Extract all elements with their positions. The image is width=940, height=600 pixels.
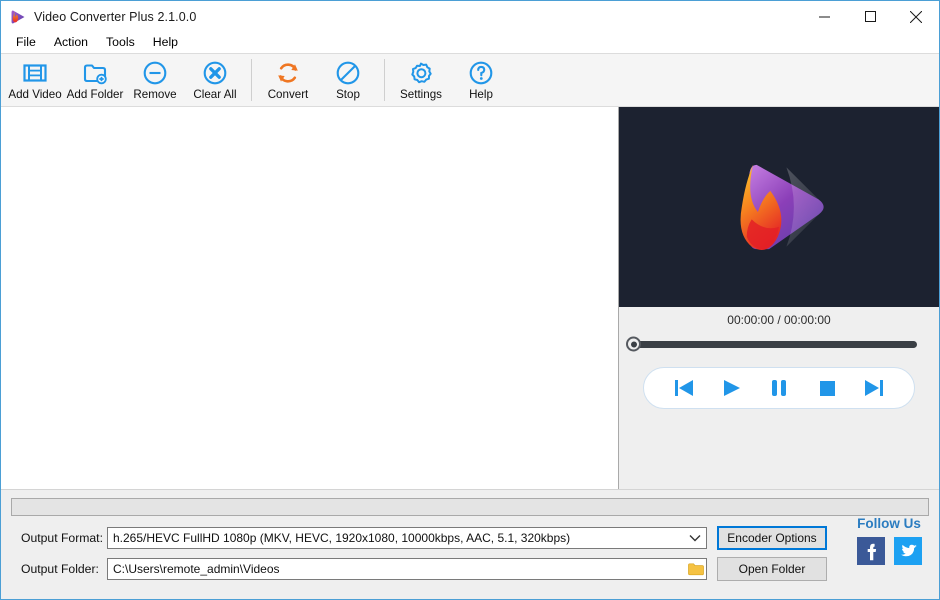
twitter-icon[interactable] [893,537,922,565]
folder-add-icon [82,59,108,87]
window-title: Video Converter Plus 2.1.0.0 [34,9,197,24]
remove-button[interactable]: Remove [125,57,185,107]
seek-bar[interactable] [619,333,939,355]
maximize-button[interactable] [847,1,893,32]
clear-all-button[interactable]: Clear All [185,57,245,107]
toolbar: Add Video Add Folder Remove Clear All Co… [1,53,939,107]
follow-us-title: Follow Us [857,516,921,531]
help-label: Help [469,88,493,101]
player-controls [643,367,915,409]
output-folder-value: C:\Users\remote_admin\Videos [113,562,280,576]
output-format-row: Output Format: h.265/HEVC FullHD 1080p (… [11,526,929,550]
skip-previous-icon [674,380,693,396]
skip-next-icon [865,380,884,396]
social-links [856,537,922,565]
bottom-panel: Output Format: h.265/HEVC FullHD 1080p (… [1,489,939,599]
menu-item-help[interactable]: Help [144,34,187,51]
stop-button[interactable]: Stop [318,57,378,107]
clear-all-label: Clear All [193,88,237,101]
folder-icon[interactable] [686,562,706,576]
seek-track[interactable] [626,336,917,352]
output-format-label: Output Format: [21,531,103,545]
previous-button[interactable] [664,371,704,405]
chevron-down-icon[interactable] [684,528,706,548]
output-format-value: h.265/HEVC FullHD 1080p (MKV, HEVC, 1920… [113,531,571,545]
app-window: Video Converter Plus 2.1.0.0 File Action… [0,0,940,600]
minus-circle-icon [142,59,168,87]
play-icon [724,380,741,396]
film-strip-icon [22,59,48,87]
play-button[interactable] [711,371,751,405]
no-entry-icon [335,59,361,87]
player-controls-wrapper [619,355,939,409]
close-icon [910,10,922,23]
title-bar: Video Converter Plus 2.1.0.0 [1,1,939,32]
output-format-select[interactable]: h.265/HEVC FullHD 1080p (MKV, HEVC, 1920… [107,527,707,549]
stop-playback-button[interactable] [807,371,847,405]
menu-item-file[interactable]: File [7,34,45,51]
gear-icon [408,59,434,87]
add-folder-label: Add Folder [66,88,124,101]
remove-label: Remove [133,88,177,101]
app-logo-icon [9,8,27,26]
convert-label: Convert [267,88,309,101]
menu-item-tools[interactable]: Tools [97,34,144,51]
facebook-icon[interactable] [856,537,885,565]
pause-button[interactable] [759,371,799,405]
close-button[interactable] [893,1,939,32]
next-button[interactable] [854,371,894,405]
settings-button[interactable]: Settings [391,57,451,107]
refresh-arrows-icon [275,59,301,87]
play-flame-logo-icon [717,145,841,269]
video-display-area[interactable] [619,107,939,307]
add-folder-button[interactable]: Add Folder [65,57,125,107]
menu-item-action[interactable]: Action [45,34,97,51]
follow-us-section: Follow Us [851,516,927,565]
file-list[interactable] [1,107,619,489]
x-circle-icon [202,59,228,87]
settings-label: Settings [400,88,442,101]
output-folder-row: Output Folder: C:\Users\remote_admin\Vid… [11,557,929,581]
help-button[interactable]: Help [451,57,511,107]
pause-icon [771,380,786,396]
minimize-icon [818,16,830,18]
toolbar-separator-1 [251,59,252,101]
minimize-button[interactable] [801,1,847,32]
stop-icon [819,381,835,396]
question-circle-icon [468,59,494,87]
add-video-label: Add Video [8,88,62,101]
add-video-button[interactable]: Add Video [5,57,65,107]
time-display: 00:00:00 / 00:00:00 [727,313,831,327]
menu-bar: File Action Tools Help [1,32,939,53]
encoder-options-button[interactable]: Encoder Options [717,526,827,550]
convert-button[interactable]: Convert [258,57,318,107]
preview-panel: 00:00:00 / 00:00:00 [619,107,939,489]
open-folder-button[interactable]: Open Folder [717,557,827,581]
stop-label: Stop [336,88,360,101]
output-folder-label: Output Folder: [21,562,99,576]
conversion-progress-bar [11,498,929,516]
main-content: 00:00:00 / 00:00:00 [1,107,939,489]
seek-thumb[interactable] [626,336,641,352]
output-folder-input[interactable]: C:\Users\remote_admin\Videos [107,558,707,580]
maximize-icon [864,11,876,22]
toolbar-separator-2 [384,59,385,101]
